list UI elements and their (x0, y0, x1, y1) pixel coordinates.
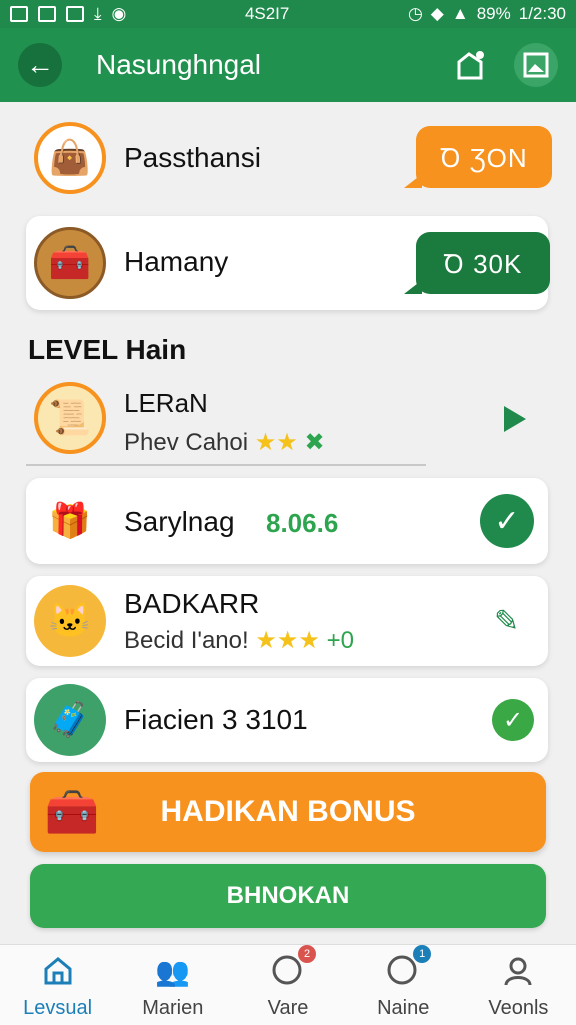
level-subtitle: Becid I'ano! (124, 627, 249, 654)
level-item[interactable]: 🧳 Fiacien 3 3101 ✓ (26, 678, 548, 762)
bonus-button[interactable]: 🧰 HADIKAN BONUS (30, 772, 546, 852)
star-rating: ★★ (254, 429, 298, 456)
notification-button[interactable] (448, 43, 492, 87)
download-icon: ⤓ (94, 4, 102, 23)
image-icon (66, 6, 84, 22)
notification-badge: 1 (413, 945, 432, 963)
gallery-icon (38, 6, 56, 22)
sync-icon: ◉ (111, 4, 127, 23)
home-icon (40, 953, 76, 989)
status-bar: ⤓ ◉ 4S2I7 ◷ ◆ ▲ 89% 1/2:30 (0, 0, 576, 28)
level-amount: 8.06.6 (266, 508, 339, 538)
gallery-button[interactable] (514, 43, 558, 87)
secondary-label: BHNOKAN (226, 882, 350, 909)
secondary-button[interactable]: BHNOKAN (30, 864, 546, 928)
nav-item-profile[interactable]: Veonls (461, 945, 576, 1025)
alarm-icon: ◷ (407, 4, 423, 23)
signal-icon: ▲ (451, 4, 469, 23)
card-title: Hamany (124, 246, 229, 277)
card-title: Passthansi (124, 142, 261, 173)
bag-icon: 👜 (34, 122, 106, 194)
nav-item-members[interactable]: 👥 Marien (115, 945, 230, 1025)
search-icon: 2 (270, 945, 316, 989)
check-icon: ✓ (480, 494, 534, 548)
nav-item-naine[interactable]: 1 Naine (346, 945, 461, 1025)
app-bar: ← Nasunghngal (0, 28, 576, 102)
level-title: Fiacien 3 3101 (124, 704, 308, 735)
character-icon: 🐱 (34, 585, 106, 657)
mail-icon (10, 6, 28, 22)
nav-label: Naine (377, 997, 430, 1019)
reward-badge: Ꝺ ƷON (404, 126, 552, 188)
reward-badge: Ꝺ 30K (404, 232, 550, 294)
nav-label: Veonls (488, 997, 549, 1019)
nav-item-vare[interactable]: 2 Vare (230, 945, 345, 1025)
nav-label: Vare (267, 997, 309, 1019)
clock: 1/2:30 (518, 4, 566, 23)
level-title: LERaN (124, 388, 208, 418)
section-title: LEVEL Hain (28, 334, 187, 365)
close-icon: ✖ (304, 429, 325, 456)
notification-badge: 2 (298, 945, 316, 963)
level-item[interactable]: 🎁 Sarylnag 8.06.6 ✓ (26, 478, 548, 564)
bonus-label: HADIKAN BONUS (160, 795, 416, 828)
reward-card[interactable]: 👜 Passthansi Ꝺ ƷON (26, 116, 552, 202)
treasure-chest-icon: 🧰 (34, 227, 106, 299)
level-title: BADKARR (124, 588, 260, 619)
bonus-count: +0 (326, 627, 354, 654)
gift-box-icon: 🎁 (48, 502, 92, 540)
nav-label: Levsual (23, 997, 93, 1019)
arrow-left-icon: ← (26, 49, 54, 80)
status-center: 4S2I7 (244, 4, 290, 23)
level-item[interactable]: 📜 LERaN Phev Cahoi ★★ ✖ (26, 376, 426, 466)
nav-label: Marien (142, 997, 204, 1019)
level-item[interactable]: 🐱 BADKARR Becid I'ano! ★★★ +0 ✎ (26, 576, 548, 666)
page-title: Nasunghngal (96, 49, 262, 80)
nav-item-home[interactable]: Levsual (0, 945, 115, 1025)
back-button[interactable]: ← (18, 43, 62, 87)
notification-icon (457, 51, 484, 80)
reward-card[interactable]: 🧰 Hamany Ꝺ 30K (26, 216, 550, 310)
edit-icon[interactable]: ✎ (494, 604, 519, 639)
star-rating: ★★★ (255, 627, 320, 654)
treasure-chest-icon: 🧰 (44, 788, 100, 837)
scroll-icon: 📜 (34, 382, 106, 454)
wifi-icon: ◆ (430, 4, 444, 23)
people-icon: 👥 (155, 955, 191, 987)
level-title: Sarylnag (124, 506, 235, 537)
play-icon[interactable] (504, 406, 526, 432)
battery-text: 89% (476, 4, 511, 23)
search-icon: 1 (385, 945, 432, 989)
level-subtitle: Phev Cahoi (124, 429, 249, 456)
check-icon: ✓ (492, 699, 534, 741)
user-icon (500, 953, 536, 989)
image-icon (523, 52, 549, 78)
chest-icon: 🧳 (34, 684, 106, 756)
bottom-nav: Levsual 👥 Marien 2 Vare 1 Naine Veonls (0, 944, 576, 1025)
